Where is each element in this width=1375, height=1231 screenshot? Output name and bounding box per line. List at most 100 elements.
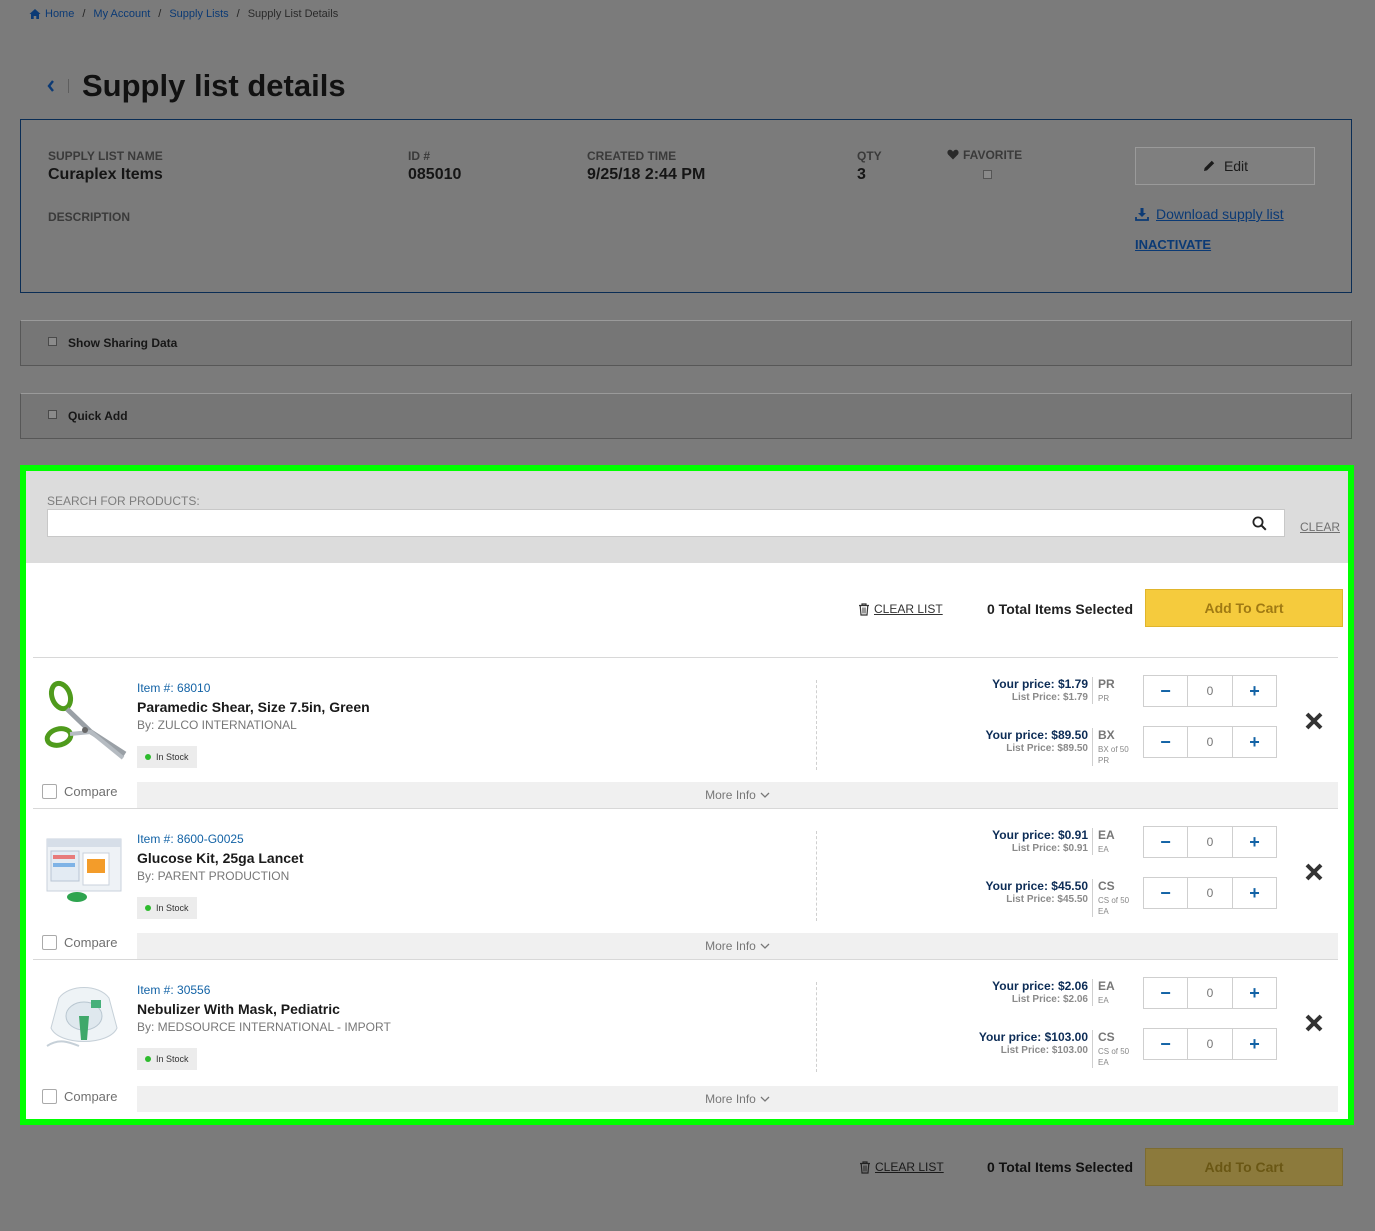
uom-code: EA: [1098, 979, 1115, 993]
uom-subtext: BX of 50: [1098, 745, 1129, 754]
quantity-value[interactable]: 0: [1188, 727, 1232, 757]
more-info-toggle[interactable]: More Info: [137, 1086, 1338, 1112]
divider: [816, 831, 817, 921]
more-info-toggle[interactable]: More Info: [137, 782, 1338, 808]
qty-label: QTY: [857, 149, 882, 163]
decrement-button[interactable]: −: [1144, 827, 1188, 857]
created-time-label: CREATED TIME: [587, 149, 677, 163]
edit-button[interactable]: Edit: [1135, 147, 1315, 185]
uom-subtext: CS of 50: [1098, 896, 1130, 905]
favorite-label: FAVORITE: [947, 148, 1022, 162]
compare-toggle[interactable]: Compare: [42, 784, 117, 799]
decrement-button[interactable]: −: [1144, 878, 1188, 908]
breadcrumb-home[interactable]: Home: [45, 8, 74, 20]
divider: [816, 680, 817, 770]
increment-button[interactable]: +: [1232, 878, 1276, 908]
item-number-link[interactable]: Item #: 8600-G0025: [137, 832, 244, 846]
download-supply-list-link[interactable]: Download supply list: [1135, 206, 1284, 222]
uom-code: EA: [1098, 828, 1115, 842]
compare-toggle[interactable]: Compare: [42, 1089, 117, 1104]
quantity-stepper[interactable]: − 0 +: [1143, 877, 1277, 909]
item-name[interactable]: Glucose Kit, 25ga Lancet: [137, 850, 304, 866]
breadcrumb: Home / My Account / Supply Lists / Suppl…: [29, 8, 338, 20]
pencil-icon: [1203, 160, 1215, 171]
decrement-button[interactable]: −: [1144, 1029, 1188, 1059]
compare-label: Compare: [64, 784, 118, 799]
remove-item-icon[interactable]: [1304, 1013, 1324, 1033]
add-to-cart-button[interactable]: Add To Cart: [1145, 589, 1343, 627]
compare-checkbox[interactable]: [42, 784, 57, 799]
decrement-button[interactable]: −: [1144, 727, 1188, 757]
uom-subtext: CS of 50: [1098, 1047, 1130, 1056]
uom-code: CS: [1098, 1030, 1115, 1044]
clear-list-button[interactable]: CLEAR LIST: [859, 1160, 944, 1174]
remove-item-icon[interactable]: [1304, 711, 1324, 731]
quantity-stepper[interactable]: − 0 +: [1143, 977, 1277, 1009]
in-stock-label: In Stock: [156, 1054, 189, 1064]
quantity-value[interactable]: 0: [1188, 676, 1232, 706]
qty-value: 3: [857, 166, 866, 183]
compare-checkbox[interactable]: [42, 1089, 57, 1104]
item-name[interactable]: Nebulizer With Mask, Pediatric: [137, 1001, 340, 1017]
chevron-down-icon: [760, 1096, 770, 1102]
item-brand: By: PARENT PRODUCTION: [137, 869, 290, 883]
your-price: Your price: $89.50: [985, 728, 1089, 742]
supply-list-name-label: SUPPLY LIST NAME: [48, 149, 163, 163]
list-item: Item #: 68010 Paramedic Shear, Size 7.5i…: [33, 657, 1338, 808]
item-name[interactable]: Paramedic Shear, Size 7.5in, Green: [137, 699, 370, 715]
breadcrumb-supply-lists[interactable]: Supply Lists: [169, 8, 228, 20]
quantity-value[interactable]: 0: [1188, 1029, 1232, 1059]
heart-icon: [947, 149, 959, 160]
list-actions-top: CLEAR LIST 0 Total Items Selected Add To…: [26, 589, 1348, 629]
supply-list-name-value: Curaplex Items: [48, 166, 163, 183]
compare-label: Compare: [64, 935, 118, 950]
search-label: SEARCH FOR PRODUCTS:: [47, 494, 200, 508]
chevron-down-icon: [760, 943, 770, 949]
inactivate-link[interactable]: INACTIVATE: [1135, 237, 1211, 252]
breadcrumb-separator: /: [236, 8, 240, 20]
in-stock-dot-icon: [145, 1056, 151, 1062]
compare-toggle[interactable]: Compare: [42, 935, 117, 950]
item-number-link[interactable]: Item #: 68010: [137, 681, 210, 695]
download-link-label: Download supply list: [1156, 206, 1284, 222]
uom-subtext: PR: [1098, 694, 1110, 703]
quantity-value[interactable]: 0: [1188, 978, 1232, 1008]
list-actions-bottom: CLEAR LIST 0 Total Items Selected Add To…: [0, 1147, 1375, 1187]
more-info-toggle[interactable]: More Info: [137, 933, 1338, 959]
add-to-cart-button[interactable]: Add To Cart: [1145, 1148, 1343, 1186]
clear-search-link[interactable]: CLEAR: [1300, 520, 1340, 534]
quantity-stepper[interactable]: − 0 +: [1143, 675, 1277, 707]
quick-add-checkbox[interactable]: [48, 409, 57, 419]
price-tier-2: Your price: $45.50 List Price: $45.50: [888, 879, 1089, 905]
back-chevron-icon[interactable]: [46, 79, 56, 93]
increment-button[interactable]: +: [1232, 727, 1276, 757]
quantity-stepper[interactable]: − 0 +: [1143, 726, 1277, 758]
compare-checkbox[interactable]: [42, 935, 57, 950]
quantity-stepper[interactable]: − 0 +: [1143, 1028, 1277, 1060]
price-tier-2: Your price: $89.50 List Price: $89.50: [888, 728, 1089, 754]
breadcrumb-my-account[interactable]: My Account: [93, 8, 150, 20]
item-number-link[interactable]: Item #: 30556: [137, 983, 210, 997]
show-sharing-data-toggle[interactable]: Show Sharing Data: [20, 320, 1352, 366]
search-input[interactable]: [47, 509, 1285, 537]
search-icon[interactable]: [1252, 516, 1267, 531]
favorite-checkbox[interactable]: [983, 170, 992, 179]
show-sharing-data-checkbox[interactable]: [48, 336, 57, 346]
quantity-value[interactable]: 0: [1188, 878, 1232, 908]
in-stock-dot-icon: [145, 905, 151, 911]
breadcrumb-current: Supply List Details: [247, 8, 339, 20]
description-label: DESCRIPTION: [48, 210, 131, 224]
quantity-stepper[interactable]: − 0 +: [1143, 826, 1277, 858]
clear-list-label: CLEAR LIST: [874, 602, 943, 616]
decrement-button[interactable]: −: [1144, 978, 1188, 1008]
quick-add-toggle[interactable]: Quick Add: [20, 393, 1352, 439]
increment-button[interactable]: +: [1232, 1029, 1276, 1059]
increment-button[interactable]: +: [1232, 978, 1276, 1008]
decrement-button[interactable]: −: [1144, 676, 1188, 706]
increment-button[interactable]: +: [1232, 827, 1276, 857]
quantity-value[interactable]: 0: [1188, 827, 1232, 857]
price-tier-2: Your price: $103.00 List Price: $103.00: [888, 1030, 1088, 1056]
clear-list-button[interactable]: CLEAR LIST: [858, 602, 943, 616]
remove-item-icon[interactable]: [1304, 862, 1324, 882]
increment-button[interactable]: +: [1232, 676, 1276, 706]
